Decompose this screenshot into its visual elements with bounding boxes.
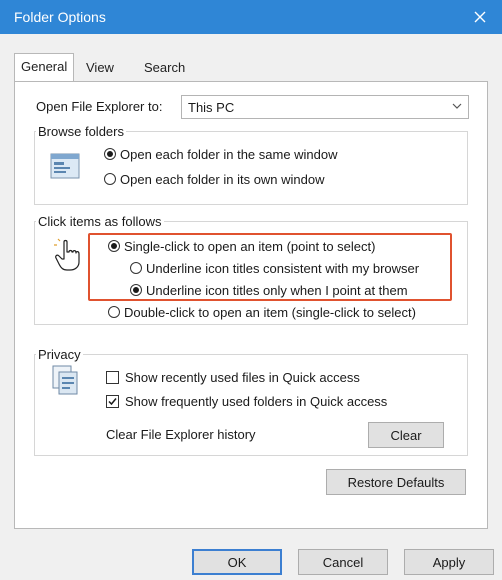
close-icon [474, 11, 486, 23]
checkmark-icon [108, 397, 117, 405]
folder-options-window: Folder Options General View Search Open … [0, 0, 502, 580]
radio-single-click-indicator [108, 240, 120, 252]
browse-folders-title: Browse folders [36, 124, 126, 139]
checkbox-recent-files-box [106, 370, 119, 384]
radio-underline-browser-label: Underline icon titles consistent with my… [146, 260, 420, 276]
radio-same-window[interactable]: Open each folder in the same window [104, 145, 338, 163]
restore-defaults-button[interactable]: Restore Defaults [326, 469, 466, 495]
radio-same-window-indicator [104, 148, 116, 160]
checkbox-frequent-folders-box [106, 394, 119, 408]
radio-own-window-label: Open each folder in its own window [120, 171, 325, 187]
radio-underline-browser-indicator [130, 262, 142, 274]
clear-history-label: Clear File Explorer history [106, 427, 256, 442]
hand-pointer-icon [54, 238, 80, 271]
radio-underline-point-indicator [130, 284, 142, 296]
click-items-title: Click items as follows [36, 214, 164, 229]
radio-underline-browser[interactable]: Underline icon titles consistent with my… [130, 259, 419, 277]
radio-underline-point-label: Underline icon titles only when I point … [146, 282, 408, 298]
radio-same-window-label: Open each folder in the same window [120, 146, 338, 162]
radio-single-click[interactable]: Single-click to open an item (point to s… [108, 237, 375, 255]
clear-button[interactable]: Clear [368, 422, 444, 448]
window-title: Folder Options [14, 9, 106, 25]
open-to-value: This PC [188, 100, 235, 115]
radio-own-window[interactable]: Open each folder in its own window [104, 170, 325, 188]
close-button[interactable] [458, 0, 502, 34]
tab-view[interactable]: View [80, 56, 120, 80]
checkbox-recent-files-label: Show recently used files in Quick access [125, 369, 360, 385]
ok-button[interactable]: OK [192, 549, 282, 575]
apply-button[interactable]: Apply [404, 549, 494, 575]
tab-search[interactable]: Search [138, 56, 191, 80]
checkbox-frequent-folders[interactable]: Show frequently used folders in Quick ac… [106, 392, 387, 410]
radio-double-click-label: Double-click to open an item (single-cli… [124, 304, 416, 320]
radio-underline-point[interactable]: Underline icon titles only when I point … [130, 281, 408, 299]
checkbox-frequent-folders-label: Show frequently used folders in Quick ac… [125, 393, 388, 409]
radio-single-click-label: Single-click to open an item (point to s… [124, 238, 376, 254]
chevron-down-icon [452, 103, 462, 109]
radio-double-click-indicator [108, 306, 120, 318]
open-to-dropdown[interactable]: This PC [181, 95, 469, 119]
privacy-title: Privacy [36, 347, 83, 362]
tab-general[interactable]: General [14, 53, 75, 81]
open-to-label: Open File Explorer to: [36, 99, 163, 114]
browse-folders-group [34, 131, 468, 205]
radio-own-window-indicator [104, 173, 116, 185]
browse-folders-icon [50, 153, 80, 179]
checkbox-recent-files[interactable]: Show recently used files in Quick access [106, 368, 360, 386]
title-bar[interactable]: Folder Options [0, 0, 502, 34]
cancel-button[interactable]: Cancel [298, 549, 388, 575]
privacy-icon [52, 365, 78, 395]
radio-double-click[interactable]: Double-click to open an item (single-cli… [108, 303, 416, 321]
